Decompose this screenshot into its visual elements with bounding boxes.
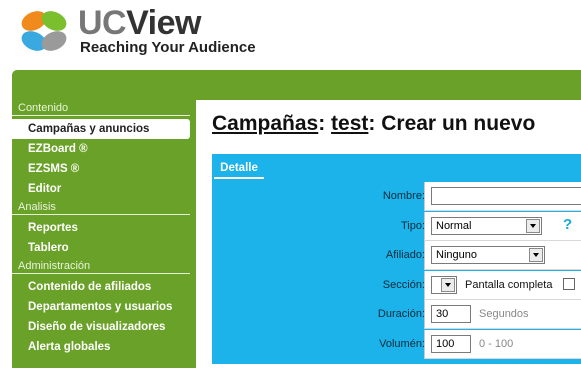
sidebar-item-tablero[interactable]: Tablero: [12, 238, 196, 258]
breadcrumb-test-link[interactable]: test: [331, 112, 368, 135]
help-icon[interactable]: ?: [563, 216, 579, 234]
afiliado-label: Afiliado:: [385, 249, 425, 262]
sidebar-section-analisis: Analisis: [12, 199, 190, 215]
nombre-label: Nombre:: [382, 190, 425, 202]
form-row-nombre: Nombre:: [212, 182, 581, 212]
campaign-form: Nombre: Tipo: Normal ? Afiliado: Ninguno…: [212, 182, 581, 360]
tipo-select[interactable]: Normal: [431, 216, 542, 235]
sidebar: Contenido Campañas y anuncios EZBoard ® …: [12, 100, 196, 368]
sidebar-item-contenido-afiliados[interactable]: Contenido de afiliados: [12, 277, 196, 297]
seccion-select[interactable]: [431, 275, 457, 294]
chevron-down-icon[interactable]: [526, 218, 540, 233]
sidebar-item-reportes[interactable]: Reportes: [12, 218, 196, 238]
volumen-label: Volumén:: [379, 337, 425, 350]
nombre-input[interactable]: [431, 187, 581, 205]
tab-detalle[interactable]: Detalle: [214, 157, 264, 179]
detail-panel: Detalle Nombre: Tipo: Normal ? Afiliado:…: [212, 154, 581, 364]
main-content: Campañas: test: Crear un nuevo Detalle N…: [196, 100, 581, 368]
duracion-label: Duración:: [377, 308, 425, 321]
pantalla-completa-label: Pantalla completa: [465, 278, 553, 291]
header: UCView Reaching Your Audience: [0, 0, 581, 70]
tipo-label: Tipo:: [400, 219, 425, 232]
form-row-afiliado: Afiliado: Ninguno: [212, 241, 581, 271]
form-row-seccion: Sección: Pantalla completa: [212, 270, 581, 301]
form-row-volumen: Volumén: 100 0 - 100: [212, 329, 581, 360]
sidebar-section-administracion: Administración: [12, 258, 190, 274]
afiliado-select[interactable]: Ninguno: [431, 246, 545, 265]
form-row-duracion: Duración: 30 Segundos: [212, 300, 581, 330]
logo-tagline: Reaching Your Audience: [80, 39, 256, 56]
duracion-input[interactable]: 30: [431, 305, 471, 324]
ucview-logo-icon: [21, 11, 67, 51]
duracion-unit: Segundos: [479, 308, 529, 321]
sidebar-item-ezsms[interactable]: EZSMS ®: [12, 159, 196, 179]
sidebar-item-campanas[interactable]: Campañas y anuncios: [12, 119, 190, 139]
sidebar-item-diseno-visualizadores[interactable]: Diseño de visualizadores: [12, 317, 196, 337]
tipo-select-value: Normal: [436, 219, 472, 232]
pantalla-completa-checkbox[interactable]: [563, 277, 575, 290]
sidebar-item-alerta-globales[interactable]: Alerta globales: [12, 337, 196, 357]
logo-title: UCView: [78, 4, 201, 42]
volumen-range: 0 - 100: [479, 337, 514, 350]
breadcrumb-campanas-link[interactable]: Campañas: [212, 112, 318, 135]
sidebar-section-contenido: Contenido: [12, 100, 190, 116]
volumen-input[interactable]: 100: [431, 334, 471, 353]
sidebar-item-departamentos-usuarios[interactable]: Departamentos y usuarios: [12, 297, 196, 317]
form-row-tipo: Tipo: Normal ?: [212, 211, 581, 242]
chevron-down-icon[interactable]: [441, 277, 455, 292]
afiliado-select-value: Ninguno: [436, 249, 477, 262]
page-title: Campañas: test: Crear un nuevo: [212, 112, 536, 135]
sidebar-item-ezboard[interactable]: EZBoard ®: [12, 139, 196, 159]
seccion-label: Sección:: [382, 278, 425, 291]
chevron-down-icon[interactable]: [529, 248, 543, 263]
sidebar-item-editor[interactable]: Editor: [12, 179, 196, 199]
